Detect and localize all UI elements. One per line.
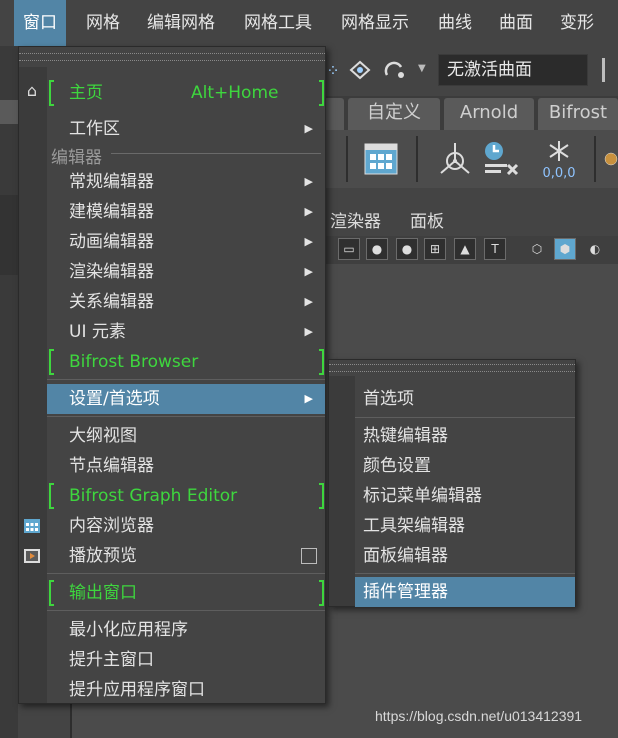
- snowflake-icon[interactable]: 0,0,0: [538, 138, 580, 180]
- section-editors: 编辑器: [51, 148, 102, 168]
- snap-view-plane-icon[interactable]: [344, 57, 376, 83]
- menu-surfaces[interactable]: 曲面: [499, 0, 533, 46]
- home-shortcut: Alt+Home: [191, 83, 279, 103]
- menu-item-raise-main-window[interactable]: 提升主窗口: [47, 645, 325, 675]
- menu-icon-gutter: [19, 67, 47, 703]
- section-divider: [111, 153, 321, 154]
- live-surface-field[interactable]: 无激活曲面: [438, 54, 588, 86]
- menu-separator: [47, 379, 325, 380]
- resolution-gate-icon[interactable]: ●: [366, 238, 388, 260]
- submenu-arrow-icon: ▶: [304, 265, 313, 278]
- menu-item-relationship-editors[interactable]: 关系编辑器 ▶: [47, 287, 325, 317]
- panel-menu-renderer[interactable]: 渲染器: [330, 207, 381, 232]
- submenu-item-preferences[interactable]: 首选项: [355, 384, 575, 414]
- menu-item-modeling-editors[interactable]: 建模编辑器 ▶: [47, 197, 325, 227]
- menu-separator: [47, 610, 325, 611]
- menu-item-workspace[interactable]: 工作区 ▶: [47, 114, 325, 144]
- submenu-item-color-settings[interactable]: 颜色设置: [355, 451, 575, 481]
- home-icon: ⌂: [26, 80, 38, 100]
- shelf-tab-arnold[interactable]: Arnold: [444, 98, 534, 130]
- menu-separator: [355, 417, 575, 418]
- menu-separator: [47, 416, 325, 417]
- tear-off-handle[interactable]: [329, 364, 575, 372]
- menu-item-playblast[interactable]: 播放预览: [47, 541, 325, 571]
- content-browser-icon: [23, 518, 41, 534]
- menu-mesh[interactable]: 网格: [86, 0, 120, 46]
- time-delete-icon[interactable]: [480, 138, 522, 180]
- safe-action-icon[interactable]: ▲: [454, 238, 476, 260]
- window-menu: ⌂ 主页 Alt+Home 工作区 ▶ 编辑器 常规编辑器 ▶ 建模编辑器 ▶ 动画编辑…: [18, 46, 326, 704]
- tear-off-handle[interactable]: [19, 53, 325, 61]
- menu-item-content-browser[interactable]: 内容浏览器: [47, 511, 325, 541]
- panel-menu-panels[interactable]: 面板: [410, 207, 444, 232]
- submenu-arrow-icon: ▶: [304, 392, 313, 405]
- menu-window[interactable]: 窗口: [14, 0, 66, 46]
- menu-item-output-window[interactable]: 输出窗口: [47, 578, 325, 608]
- shelf-divider: [346, 136, 348, 182]
- submenu-item-plugin-manager[interactable]: 插件管理器: [355, 577, 575, 607]
- main-menubar: 窗口 网格 编辑网格 网格工具 网格显示 曲线 曲面 变形: [0, 0, 618, 46]
- menu-item-bifrost-browser[interactable]: Bifrost Browser: [47, 347, 325, 377]
- menu-edit-mesh[interactable]: 编辑网格: [147, 0, 215, 46]
- menu-item-minimize-app[interactable]: 最小化应用程序: [47, 615, 325, 645]
- make-live-icon[interactable]: [380, 57, 410, 83]
- gate-mask-icon[interactable]: ●: [396, 238, 418, 260]
- favorite-marker: [319, 483, 324, 509]
- submenu-item-shelf-editor[interactable]: 工具架编辑器: [355, 511, 575, 541]
- menu-icon-gutter: [329, 376, 355, 606]
- toolbar-divider: [602, 58, 605, 82]
- menu-deform[interactable]: 变形: [560, 0, 594, 46]
- menu-item-home[interactable]: 主页 Alt+Home: [47, 78, 325, 108]
- menu-item-settings-preferences[interactable]: 设置/首选项 ▶: [47, 384, 325, 414]
- submenu-arrow-icon: ▶: [304, 205, 313, 218]
- favorite-marker: [319, 80, 324, 106]
- shelf-tab-custom[interactable]: 自定义: [348, 98, 440, 130]
- settings-submenu: 首选项 热键编辑器 颜色设置 标记菜单编辑器 工具架编辑器 面板编辑器 插件管理…: [328, 359, 576, 607]
- menu-separator: [355, 573, 575, 574]
- wireframe-cube-icon[interactable]: ⬡: [526, 238, 548, 260]
- submenu-arrow-icon: ▶: [304, 295, 313, 308]
- sphere-icon[interactable]: [604, 138, 618, 180]
- shelf-tab-bifrost[interactable]: Bifrost: [538, 98, 618, 130]
- submenu-item-hotkey-editor[interactable]: 热键编辑器: [355, 421, 575, 451]
- shelf-divider: [594, 136, 596, 182]
- submenu-item-panel-editor[interactable]: 面板编辑器: [355, 541, 575, 571]
- menu-item-outliner[interactable]: 大纲视图: [47, 421, 325, 451]
- menu-separator: [47, 573, 325, 574]
- playblast-icon: [23, 548, 41, 564]
- shelf-tab-partial[interactable]: [324, 98, 344, 130]
- submenu-arrow-icon: ▶: [304, 325, 313, 338]
- menu-item-animation-editors[interactable]: 动画编辑器 ▶: [47, 227, 325, 257]
- menu-item-rendering-editors[interactable]: 渲染编辑器 ▶: [47, 257, 325, 287]
- lighting-icon[interactable]: ◐: [584, 238, 606, 260]
- menu-mesh-display[interactable]: 网格显示: [341, 0, 409, 46]
- safe-title-icon[interactable]: T: [484, 238, 506, 260]
- light-icon[interactable]: [434, 138, 476, 180]
- snap-point-icon[interactable]: ⁘: [326, 57, 340, 83]
- submenu-arrow-icon: ▶: [304, 175, 313, 188]
- menu-item-node-editor[interactable]: 节点编辑器: [47, 451, 325, 481]
- menu-item-raise-app-windows[interactable]: 提升应用程序窗口: [47, 675, 325, 705]
- favorite-marker: [319, 580, 324, 606]
- field-chart-icon[interactable]: ⊞: [424, 238, 446, 260]
- chevron-down-icon[interactable]: ▼: [418, 63, 426, 74]
- submenu-item-marking-menu-editor[interactable]: 标记菜单编辑器: [355, 481, 575, 511]
- menu-item-general-editors[interactable]: 常规编辑器 ▶: [47, 167, 325, 197]
- menu-item-bifrost-graph-editor[interactable]: Bifrost Graph Editor: [47, 481, 325, 511]
- playblast-options-checkbox[interactable]: [301, 548, 317, 564]
- counter-label: 0,0,0: [542, 166, 575, 179]
- watermark: https://blog.csdn.net/u013412391: [375, 708, 583, 724]
- submenu-arrow-icon: ▶: [304, 122, 313, 135]
- render-view-icon[interactable]: [360, 138, 402, 180]
- favorite-marker: [319, 349, 324, 375]
- left-edge-strip: [0, 46, 18, 738]
- menu-curves[interactable]: 曲线: [438, 0, 472, 46]
- submenu-arrow-icon: ▶: [304, 235, 313, 248]
- menu-mesh-tools[interactable]: 网格工具: [244, 0, 312, 46]
- shelf-divider: [416, 136, 418, 182]
- film-gate-icon[interactable]: ▭: [338, 238, 360, 260]
- shaded-cube-icon[interactable]: ⬢: [554, 238, 576, 260]
- menu-item-ui-elements[interactable]: UI 元素 ▶: [47, 317, 325, 347]
